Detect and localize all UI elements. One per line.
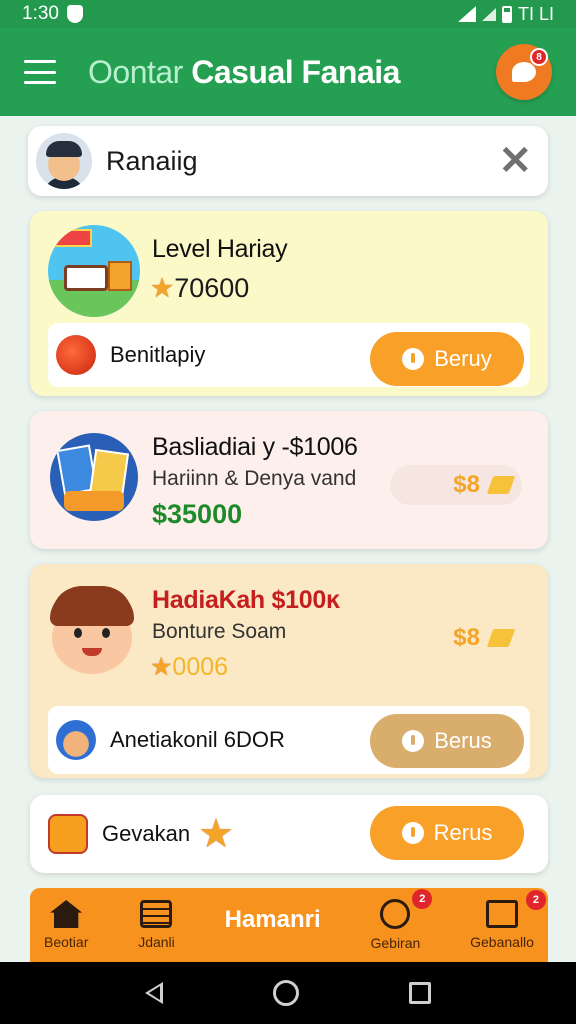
back-icon[interactable] [145, 982, 163, 1004]
nav-item-shop[interactable]: 2 Gebanallo [470, 890, 546, 950]
app-title-main: Casual Fanaia [191, 53, 400, 90]
offer-card-bundle[interactable]: Basliadiai y -$1006 Hariinn & Denya vand… [30, 411, 548, 549]
bundle-thumbnail [50, 433, 138, 521]
document-icon [140, 900, 173, 928]
info-icon [401, 822, 424, 844]
buy-button[interactable]: Berus [370, 714, 524, 768]
offer-card-gevakan[interactable]: Gevakan ★ Rerus [30, 795, 548, 873]
card-title: HadiaKah $100ĸ [152, 586, 340, 614]
nav-label: Jdanli [138, 934, 175, 950]
nav-badge: 2 [412, 889, 433, 909]
info-icon [402, 730, 425, 752]
menu-icon[interactable] [24, 60, 56, 84]
card-title: Basliadiai y -$1006 [152, 433, 358, 461]
bottom-nav: Beotiar Jdanli Hamanri 2 Gebiran 2 Geban… [30, 888, 548, 962]
battery-icon [501, 5, 512, 23]
clock-icon [380, 899, 411, 929]
home-icon [50, 900, 83, 928]
card-amount-group: ★0006 [150, 652, 228, 682]
card-amount-group: ★70600 [150, 273, 249, 304]
buy-button[interactable]: Rerus [370, 806, 524, 860]
offer-card-level[interactable]: Level Hariay ★70600 Benitlapiy Beruy [30, 211, 548, 396]
star-icon: ★ [150, 653, 173, 681]
offer-card-character[interactable]: HadiaKah $100ĸ Bonture Soam ★0006 $8 Ane… [30, 564, 548, 778]
nav-label: Gebiran [370, 935, 421, 951]
card-subtitle: Bonture Soam [152, 620, 287, 643]
game-thumbnail [48, 225, 140, 317]
buy-button-label: Rerus [433, 820, 493, 845]
recents-icon[interactable] [409, 982, 431, 1004]
star-icon: ★ [150, 273, 175, 303]
nav-item-documents[interactable]: Jdanli [138, 900, 175, 950]
row-label: Anetiakonil 6DOR [110, 727, 285, 752]
nav-item-home[interactable]: Beotiar [44, 900, 88, 950]
app-bar: Oontar Casual Fanaia 8 [0, 28, 576, 116]
tomato-icon [56, 335, 96, 375]
price-value: $8 [453, 471, 480, 498]
app-title: Oontar Casual Fanaia [88, 54, 400, 91]
tag-icon [486, 476, 516, 494]
star-icon: ★ [198, 812, 234, 856]
nav-item-center[interactable]: Hamanri [225, 906, 321, 934]
info-icon [402, 348, 425, 370]
home-circle-icon[interactable] [273, 980, 299, 1006]
nav-label: Beotiar [44, 934, 89, 950]
search-card[interactable]: Ranaiig ✕ [28, 126, 548, 196]
buy-button-label: Beruy [434, 346, 492, 371]
card-price: $35000 [152, 499, 243, 529]
status-time: 1:30 [22, 3, 59, 24]
close-icon[interactable]: ✕ [498, 141, 532, 181]
nav-center-label: Hamanri [224, 906, 321, 933]
price-tag[interactable]: $8 [390, 465, 522, 505]
status-right-text: TI LI [517, 3, 554, 24]
card-amount: 0006 [172, 653, 229, 681]
bag-icon [486, 900, 519, 928]
status-time-group: 1:30 [22, 3, 83, 25]
avatar [36, 133, 92, 189]
nav-label: Gebanallo [470, 934, 534, 950]
row-label: Benitlapiy [110, 342, 206, 367]
row-label: Gevakan [102, 821, 191, 846]
wifi-icon [457, 6, 476, 22]
card-subtitle: Hariinn & Denya vand [152, 467, 357, 490]
nav-badge: 2 [525, 890, 546, 910]
chat-badge: 8 [530, 48, 548, 66]
status-icons: TI LI [457, 3, 554, 25]
tag-icon [486, 629, 516, 647]
card-title: Level Hariay [152, 235, 288, 263]
price-tag[interactable]: $8 [390, 618, 522, 658]
signal-icon [481, 7, 496, 21]
buy-button[interactable]: Beruy [370, 332, 524, 386]
avatar-icon [56, 720, 96, 760]
card-amount: 70600 [174, 273, 250, 303]
buy-button-label: Berus [434, 728, 492, 753]
app-title-prefix: Oontar [88, 53, 183, 90]
chat-icon [512, 62, 536, 82]
search-text[interactable]: Ranaiig [106, 146, 198, 177]
chat-button[interactable]: 8 [496, 44, 552, 100]
status-bar: 1:30 TI LI [0, 0, 576, 28]
shield-icon [66, 5, 83, 23]
nav-item-activity[interactable]: 2 Gebiran [370, 889, 433, 951]
character-thumbnail [48, 580, 136, 676]
price-value: $8 [453, 624, 480, 651]
toy-icon [48, 814, 88, 854]
system-nav-bar [0, 962, 576, 1024]
